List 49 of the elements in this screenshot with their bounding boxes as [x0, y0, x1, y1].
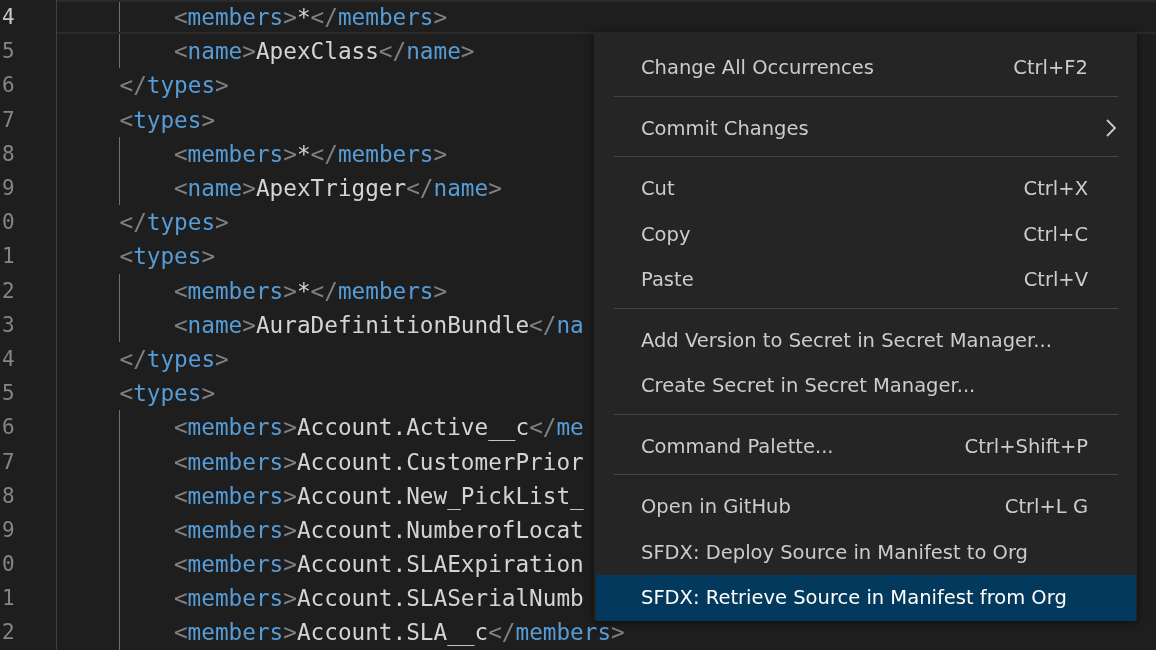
line-number: 3	[2, 312, 15, 337]
line-number: 1	[2, 586, 15, 611]
menu-item[interactable]: Cut Ctrl+X	[596, 166, 1136, 212]
line-number: 8	[2, 483, 15, 508]
line-number: 7	[2, 449, 15, 474]
menu-item[interactable]: Open in GitHub Ctrl+L G	[596, 484, 1136, 530]
line-number: 0	[2, 552, 15, 577]
code-line: <members>Account.CustomerPrior	[173, 448, 584, 475]
menu-item[interactable]: Copy Ctrl+C	[596, 211, 1136, 257]
line-number: 5	[2, 381, 15, 406]
code-line: </types>	[119, 345, 229, 372]
menu-item[interactable]: Change All Occurrences Ctrl+F2	[596, 45, 1136, 91]
menu-item[interactable]: Create Secret in Secret Manager...	[596, 363, 1136, 409]
code-line: <types>	[119, 106, 216, 133]
menu-item[interactable]: Commit Changes	[596, 105, 1136, 151]
code-line: <name>ApexClass</name>	[173, 38, 475, 65]
code-line: <name>AuraDefinitionBundle</na	[173, 311, 584, 338]
line-number: 4	[2, 346, 15, 371]
code-line: <members>Account.SLAExpiration	[173, 551, 584, 578]
menu-item[interactable]: Add Version to Secret in Secret Manager...	[596, 317, 1136, 363]
line-number: 7	[2, 107, 15, 132]
line-number: 8	[2, 141, 15, 166]
code-line: </types>	[119, 72, 229, 99]
code-line: <members>Account.Active__c</me	[173, 414, 584, 441]
code-line: <members>*</members>	[173, 140, 448, 167]
code-line: <members>Account.SLASerialNumb	[173, 585, 584, 612]
code-line: <members>*</members>	[173, 4, 448, 31]
line-number: 2	[2, 620, 15, 645]
code-line: <members>Account.SLA__c</members>	[173, 619, 625, 646]
menu-item[interactable]: Command Palette... Ctrl+Shift+P	[596, 423, 1136, 469]
line-number: 4	[2, 5, 15, 30]
code-line: </types>	[119, 209, 229, 236]
line-number: 6	[2, 415, 15, 440]
line-number: 9	[2, 517, 15, 542]
menu-item[interactable]: SFDX: Retrieve Source in Manifest from Org	[596, 575, 1136, 621]
line-number: 1	[2, 244, 15, 269]
code-line: <members>Account.New_PickList_	[173, 482, 584, 509]
code-line: <members>Account.NumberofLocat	[173, 516, 584, 543]
code-line: <types>	[119, 243, 216, 270]
code-line: <members>*</members>	[173, 277, 448, 304]
line-number: 6	[2, 73, 15, 98]
code-line: <types>	[119, 380, 216, 407]
line-number: 5	[2, 39, 15, 64]
code-line: <name>ApexTrigger</name>	[173, 175, 502, 202]
line-number: 9	[2, 176, 15, 201]
menu-item[interactable]: SFDX: Deploy Source in Manifest to Org	[596, 529, 1136, 575]
line-number: 2	[2, 278, 15, 303]
menu-item[interactable]: Paste Ctrl+V	[596, 257, 1136, 303]
line-number: 0	[2, 210, 15, 235]
